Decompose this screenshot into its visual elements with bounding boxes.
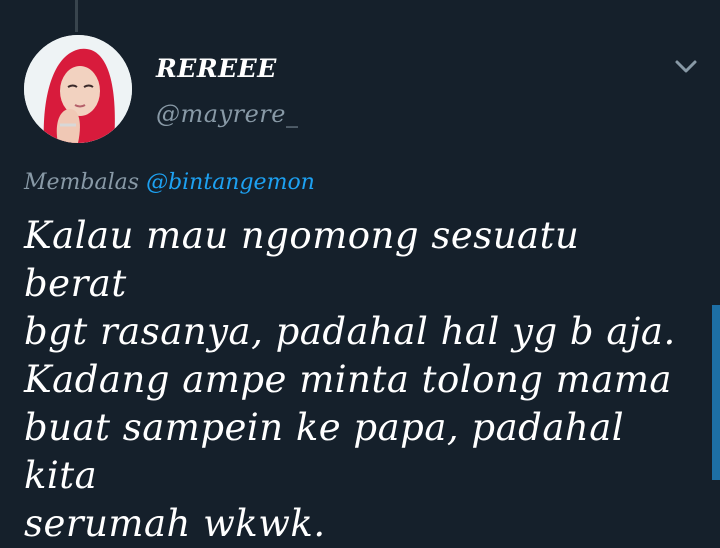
reply-prefix-label: Membalas (24, 170, 140, 195)
avatar-image (24, 35, 132, 143)
thread-connector-line (75, 0, 78, 32)
reply-mention-link[interactable]: @bintangemon (146, 170, 315, 195)
display-name[interactable]: REREEE (156, 54, 277, 83)
tweet-text: Kalau mau ngomong sesuatu berat bgt rasa… (24, 214, 676, 545)
reply-context: Membalas @bintangemon (24, 170, 315, 195)
chevron-down-icon[interactable] (672, 54, 700, 78)
scrollbar-thumb[interactable] (712, 305, 720, 480)
user-handle[interactable]: @mayrere_ (156, 100, 298, 128)
avatar[interactable] (24, 35, 132, 143)
